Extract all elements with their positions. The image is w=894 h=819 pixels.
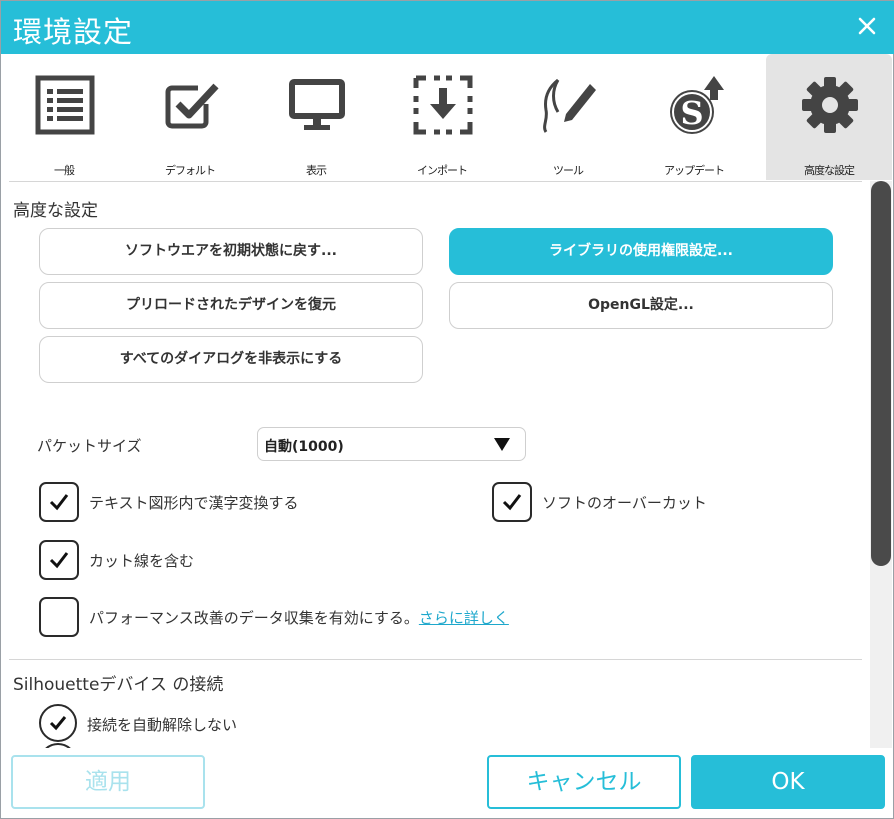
checkbox-icon [160,74,222,136]
tab-label: 一般 [54,164,75,177]
tab-general[interactable]: 一般 [1,54,127,180]
monitor-icon [286,74,348,136]
tab-advanced[interactable]: 高度な設定 [766,54,892,180]
tab-label: 表示 [306,164,327,177]
opengl-settings-button[interactable]: OpenGL設定... [449,282,833,329]
pen-tool-icon [538,74,600,136]
tab-import[interactable]: インポート [379,54,505,180]
checkmark-icon [49,552,69,569]
close-icon [858,17,876,35]
packet-size-value: 自動(1000) [264,439,344,455]
packet-size-select[interactable]: 自動(1000) [257,427,526,461]
vertical-scrollbar[interactable] [870,181,892,748]
next-connection-option [39,743,99,748]
tab-update[interactable]: S アップデート [631,54,757,180]
next-connection-radio[interactable] [39,743,77,748]
preferences-tabs: 一般 デフォルト 表示 インポート ツール S アップデート 高度な設定 [1,54,894,183]
hide-dialogs-button[interactable]: すべてのダイアログを非表示にする [39,336,423,383]
auto-disconnect-radio[interactable] [39,704,77,742]
restore-designs-button[interactable]: プリロードされたデザインを復元 [39,282,423,329]
tabs-divider [9,181,862,182]
svg-text:S: S [680,94,703,132]
chevron-down-icon [494,438,510,451]
advanced-settings-panel: 高度な設定 ソフトウエアを初期状態に戻す... ライブラリの使用権限設定... … [1,183,869,748]
tab-label: アップデート [664,164,725,177]
performance-data-text: パフォーマンス改善のデータ収集を有効にする。さらに詳しく [89,607,509,628]
overcut-option: ソフトのオーバーカット [492,482,822,522]
apply-button[interactable]: 適用 [11,755,205,809]
tab-label: ツール [553,164,584,177]
scrollbar-thumb[interactable] [871,181,891,566]
reset-software-button[interactable]: ソフトウエアを初期状態に戻す... [39,228,423,275]
performance-data-label: パフォーマンス改善のデータ収集を有効にする。 [89,609,419,627]
performance-data-option: パフォーマンス改善のデータ収集を有効にする。さらに詳しく [39,597,599,637]
section-title-advanced: 高度な設定 [13,201,98,221]
checkmark-icon [502,494,522,511]
kanji-convert-label: テキスト図形内で漢字変換する [89,494,299,512]
section-title-device-connection: Silhouetteデバイス の接続 [13,675,224,695]
checkmark-icon [49,494,69,511]
ok-button[interactable]: OK [691,755,885,809]
overcut-label: ソフトのオーバーカット [542,494,707,512]
include-cut-lines-label: カット線を含む [89,552,195,570]
close-button[interactable] [854,13,880,39]
tab-label: 高度な設定 [804,164,855,177]
tab-label: インポート [417,164,468,177]
update-icon: S [664,74,726,136]
list-icon [34,74,96,136]
learn-more-link[interactable]: さらに詳しく [419,609,509,627]
include-cut-lines-checkbox[interactable] [39,540,79,580]
checkmark-icon [49,716,67,731]
gear-icon [799,74,861,136]
title-bar: 環境設定 [1,1,894,54]
auto-disconnect-option: 接続を自動解除しない [39,704,339,744]
preferences-dialog: 環境設定 一般 デフォルト 表示 インポート ツール S アップデート 高度な設… [0,0,894,819]
tab-display[interactable]: 表示 [253,54,379,180]
library-permissions-button[interactable]: ライブラリの使用権限設定... [449,228,833,275]
tab-tools[interactable]: ツール [505,54,631,180]
kanji-convert-checkbox[interactable] [39,482,79,522]
include-cut-lines-option: カット線を含む [39,540,339,580]
window-title: 環境設定 [13,15,134,49]
import-icon [412,74,474,136]
auto-disconnect-label: 接続を自動解除しない [87,716,238,734]
overcut-checkbox[interactable] [492,482,532,522]
tab-default[interactable]: デフォルト [127,54,253,180]
tab-label: デフォルト [165,164,216,177]
cancel-button[interactable]: キャンセル [487,755,681,809]
kanji-convert-option: テキスト図形内で漢字変換する [39,482,459,522]
section-divider [9,659,862,660]
performance-data-checkbox[interactable] [39,597,79,637]
packet-size-label: パケットサイズ [37,437,142,455]
